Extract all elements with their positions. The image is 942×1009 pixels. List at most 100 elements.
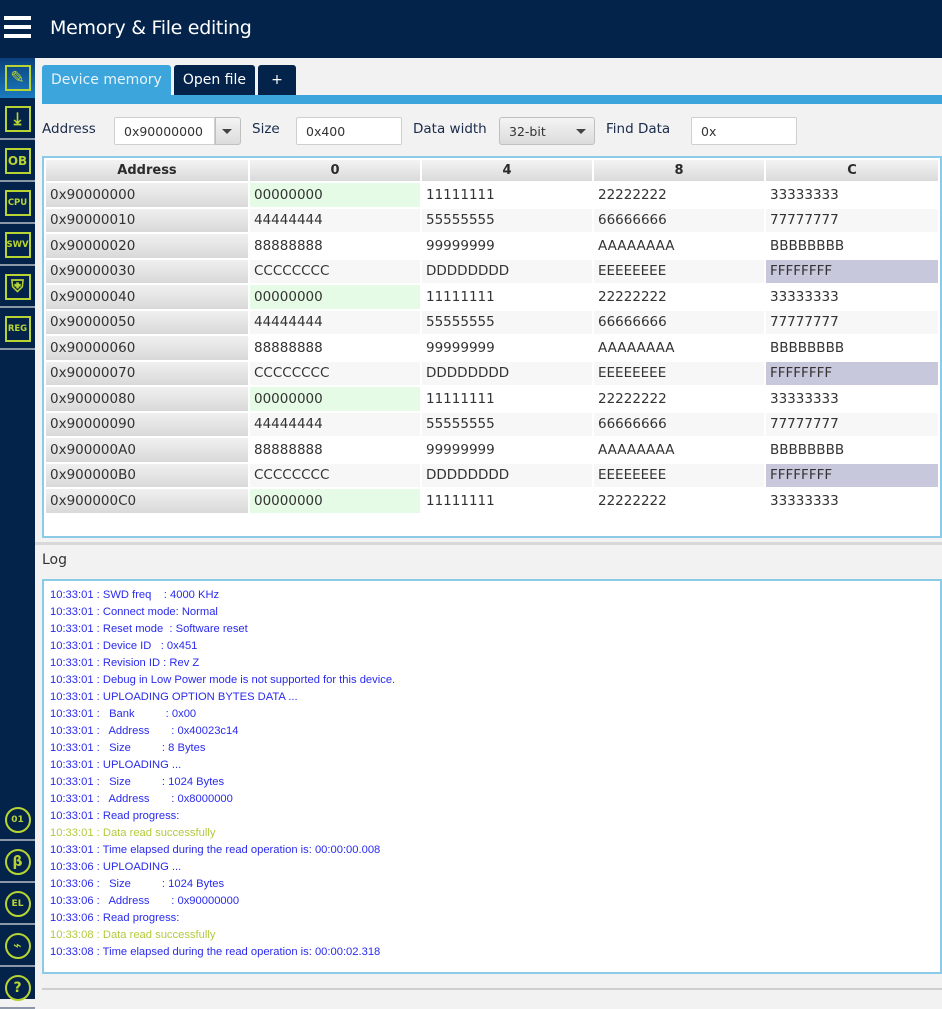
sidebar-item-beta[interactable]: β xyxy=(0,843,35,883)
tab-underline xyxy=(42,95,942,104)
memory-cell[interactable]: DDDDDDDD xyxy=(422,361,592,385)
hamburger-menu-icon[interactable] xyxy=(4,16,31,38)
memory-cell[interactable]: 44444444 xyxy=(250,412,420,436)
memory-cell[interactable]: EEEEEEEE xyxy=(594,259,764,283)
memory-cell[interactable]: AAAAAAAA xyxy=(594,336,764,360)
sidebar-item-cpu[interactable]: CPU xyxy=(0,184,35,224)
memory-cell[interactable]: 00000000 xyxy=(250,285,420,309)
memory-cell[interactable]: 99999999 xyxy=(422,438,592,462)
memory-cell[interactable]: EEEEEEEE xyxy=(594,361,764,385)
memory-cell[interactable]: 77777777 xyxy=(766,208,938,232)
memory-cell[interactable]: 55555555 xyxy=(422,208,592,232)
main-panel: Device memory Open file + Address 0x9000… xyxy=(35,58,942,999)
row-address: 0x900000B0 xyxy=(46,463,248,487)
memory-cell[interactable]: 44444444 xyxy=(250,310,420,334)
memory-cell[interactable]: FFFFFFFF xyxy=(766,361,938,385)
sidebar-item-help[interactable]: ? xyxy=(0,969,35,1009)
tab-bar: Device memory Open file + xyxy=(42,65,299,95)
sidebar-item-security[interactable]: ⛨ xyxy=(0,268,35,308)
sidebar-item-swv[interactable]: SWV xyxy=(0,226,35,266)
memory-cell[interactable]: 99999999 xyxy=(422,234,592,258)
row-address: 0x90000050 xyxy=(46,310,248,334)
find-data-input[interactable]: 0x xyxy=(691,117,797,145)
column-header-c[interactable]: C xyxy=(766,160,938,181)
memory-cell[interactable]: 00000000 xyxy=(250,183,420,207)
memory-cell[interactable]: 11111111 xyxy=(422,489,592,513)
panel-splitter[interactable] xyxy=(35,542,942,545)
sidebar-item-registers[interactable]: REG xyxy=(0,310,35,350)
help-icon: ? xyxy=(4,975,31,1001)
memory-cell[interactable]: CCCCCCCC xyxy=(250,361,420,385)
memory-cell[interactable]: 55555555 xyxy=(422,310,592,334)
table-row: 0x900000C0 00000000 11111111 22222222 333333… xyxy=(46,489,938,513)
memory-cell[interactable]: 22222222 xyxy=(594,387,764,411)
row-address: 0x90000080 xyxy=(46,387,248,411)
memory-cell[interactable]: CCCCCCCC xyxy=(250,259,420,283)
memory-cell[interactable]: 11111111 xyxy=(422,285,592,309)
memory-cell[interactable]: 66666666 xyxy=(594,208,764,232)
memory-cell[interactable]: 33333333 xyxy=(766,183,938,207)
memory-cell[interactable]: 33333333 xyxy=(766,489,938,513)
log-line: 10:33:01 : Size : 8 Bytes xyxy=(50,742,206,754)
column-header-4[interactable]: 4 xyxy=(422,160,592,181)
address-input[interactable]: 0x90000000 xyxy=(114,117,215,145)
memory-cell[interactable]: BBBBBBBB xyxy=(766,234,938,258)
sidebar-item-option-bytes[interactable]: OB xyxy=(0,142,35,182)
memory-cell[interactable]: EEEEEEEE xyxy=(594,463,764,487)
column-header-8[interactable]: 8 xyxy=(594,160,764,181)
sidebar-item-memory-edit[interactable]: ✎ xyxy=(0,58,35,98)
log-line: 10:33:01 : Revision ID : Rev Z xyxy=(50,657,200,669)
row-address: 0x90000040 xyxy=(46,285,248,309)
tab-device-memory[interactable]: Device memory xyxy=(42,65,171,95)
memory-cell[interactable]: 22222222 xyxy=(594,285,764,309)
memory-cell[interactable]: DDDDDDDD xyxy=(422,463,592,487)
column-header-0[interactable]: 0 xyxy=(250,160,420,181)
sidebar-item-el[interactable]: EL xyxy=(0,885,35,925)
log-line: 10:33:01 : UPLOADING ... xyxy=(50,759,182,771)
memory-cell[interactable]: 88888888 xyxy=(250,438,420,462)
memory-cell[interactable]: 33333333 xyxy=(766,285,938,309)
memory-cell[interactable]: 00000000 xyxy=(250,489,420,513)
memory-cell[interactable]: 33333333 xyxy=(766,387,938,411)
memory-table: Address 0 4 8 C 0x90000000 00000000 111111… xyxy=(44,158,940,515)
memory-cell[interactable]: CCCCCCCC xyxy=(250,463,420,487)
log-panel[interactable]: 10:33:01 : SWD freq : 4000 KHz 10:33:01 :… xyxy=(42,579,942,974)
memory-cell[interactable]: 66666666 xyxy=(594,412,764,436)
sidebar-item-download[interactable]: ⤓ xyxy=(0,100,35,140)
sidebar-item-binary[interactable]: 01 xyxy=(0,801,35,841)
memory-cell[interactable]: 88888888 xyxy=(250,336,420,360)
memory-cell[interactable]: 11111111 xyxy=(422,183,592,207)
memory-cell[interactable]: 77777777 xyxy=(766,310,938,334)
row-address: 0x900000A0 xyxy=(46,438,248,462)
memory-cell[interactable]: 55555555 xyxy=(422,412,592,436)
chevron-down-icon xyxy=(576,129,586,134)
memory-cell[interactable]: 66666666 xyxy=(594,310,764,334)
memory-cell[interactable]: 88888888 xyxy=(250,234,420,258)
memory-cell[interactable]: BBBBBBBB xyxy=(766,438,938,462)
memory-cell[interactable]: FFFFFFFF xyxy=(766,259,938,283)
memory-cell[interactable]: BBBBBBBB xyxy=(766,336,938,360)
address-dropdown-button[interactable] xyxy=(215,117,241,145)
memory-cell[interactable]: 77777777 xyxy=(766,412,938,436)
memory-grid[interactable]: Address 0 4 8 C 0x90000000 00000000 111111… xyxy=(42,156,942,538)
memory-cell[interactable]: AAAAAAAA xyxy=(594,234,764,258)
memory-cell[interactable]: AAAAAAAA xyxy=(594,438,764,462)
memory-cell[interactable]: 00000000 xyxy=(250,387,420,411)
column-header-address[interactable]: Address xyxy=(46,160,248,181)
memory-cell[interactable]: 11111111 xyxy=(422,387,592,411)
memory-cell[interactable]: 22222222 xyxy=(594,183,764,207)
size-input[interactable]: 0x400 xyxy=(296,117,402,145)
memory-cell[interactable]: FFFFFFFF xyxy=(766,463,938,487)
row-address: 0x90000030 xyxy=(46,259,248,283)
memory-cell[interactable]: 99999999 xyxy=(422,336,592,360)
data-width-select[interactable]: 32-bit xyxy=(499,117,595,145)
add-tab-button[interactable]: + xyxy=(258,65,296,95)
sidebar-item-plugin[interactable]: ⌁ xyxy=(0,927,35,967)
tab-open-file[interactable]: Open file xyxy=(173,65,255,95)
memory-cell[interactable]: 44444444 xyxy=(250,208,420,232)
memory-cell[interactable]: DDDDDDDD xyxy=(422,259,592,283)
memory-cell[interactable]: 22222222 xyxy=(594,489,764,513)
chevron-down-icon xyxy=(222,129,232,134)
size-label: Size xyxy=(252,121,280,137)
table-row: 0x90000040 00000000 11111111 22222222 333333… xyxy=(46,285,938,309)
